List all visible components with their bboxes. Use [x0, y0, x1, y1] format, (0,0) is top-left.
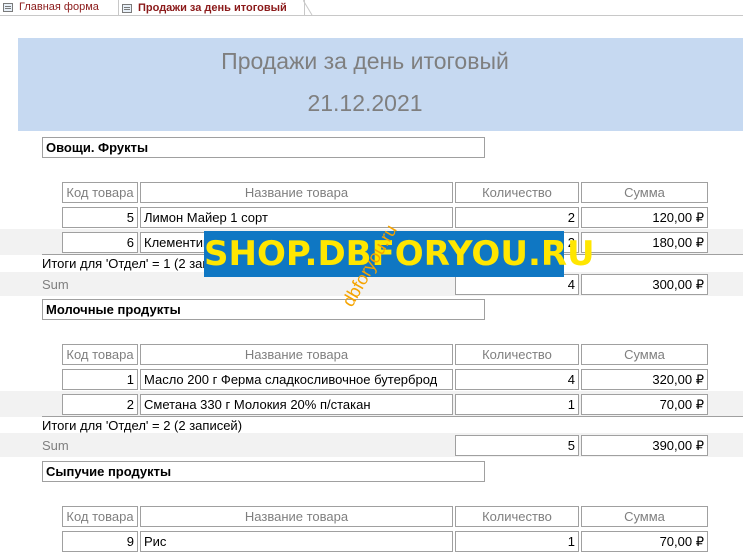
report-title: Продажи за день итоговый	[221, 48, 509, 74]
tab-daily-sales-report[interactable]: Продажи за день итоговый	[118, 0, 305, 16]
sum-total: 300,00 ₽	[581, 274, 708, 295]
cell-qty: 2	[455, 207, 579, 228]
cell-name: Масло 200 г Ферма сладкосливочное бутерб…	[140, 369, 453, 390]
cell-sum: 320,00 ₽	[581, 369, 708, 390]
cell-sum: 180,00 ₽	[581, 232, 708, 253]
group-header: Овощи. Фрукты	[42, 137, 485, 158]
column-header-code: Код товара	[62, 344, 138, 365]
report-date: 21.12.2021	[307, 90, 423, 116]
sum-total: 390,00 ₽	[581, 435, 708, 456]
cell-qty: 1	[455, 394, 579, 415]
column-header-qty: Количество	[455, 344, 579, 365]
column-header-code: Код товара	[62, 506, 138, 527]
tab-main-form[interactable]: Главная форма	[0, 0, 115, 15]
total-divider	[42, 416, 743, 417]
tab-label: Главная форма	[19, 1, 99, 13]
column-header-name: Название товара	[140, 506, 453, 527]
group-header: Молочные продукты	[42, 299, 485, 320]
column-header-name: Название товара	[140, 182, 453, 203]
column-header-sum: Сумма	[581, 506, 708, 527]
sum-label: Sum	[42, 438, 69, 453]
cell-code: 9	[62, 531, 138, 552]
report-icon	[122, 3, 132, 13]
form-icon	[3, 3, 13, 12]
cell-qty: 1	[455, 531, 579, 552]
column-header-qty: Количество	[455, 182, 579, 203]
cell-name: Сметана 330 г Молокия 20% п/стакан	[140, 394, 453, 415]
cell-qty: 4	[455, 369, 579, 390]
column-header-name: Название товара	[140, 344, 453, 365]
cell-name: Рис	[140, 531, 453, 552]
column-header-code: Код товара	[62, 182, 138, 203]
document-tab-bar: Главная форма Продажи за день итоговый	[0, 0, 743, 16]
tab-edge	[303, 0, 313, 16]
cell-code: 2	[62, 394, 138, 415]
cell-code: 1	[62, 369, 138, 390]
cell-code: 6	[62, 232, 138, 253]
cell-name: Лимон Майер 1 сорт	[140, 207, 453, 228]
group-header: Сыпучие продукты	[42, 461, 485, 482]
tab-divider	[0, 15, 743, 16]
tab-label: Продажи за день итоговый	[138, 1, 287, 14]
sum-label: Sum	[42, 277, 69, 292]
column-header-qty: Количество	[455, 506, 579, 527]
cell-sum: 120,00 ₽	[581, 207, 708, 228]
cell-sum: 70,00 ₽	[581, 531, 708, 552]
sum-qty: 5	[455, 435, 579, 456]
column-header-sum: Сумма	[581, 344, 708, 365]
column-header-sum: Сумма	[581, 182, 708, 203]
group-total-label: Итоги для 'Отдел' = 2 (2 записей)	[42, 418, 243, 433]
cell-code: 5	[62, 207, 138, 228]
cell-sum: 70,00 ₽	[581, 394, 708, 415]
sum-qty: 4	[455, 274, 579, 295]
